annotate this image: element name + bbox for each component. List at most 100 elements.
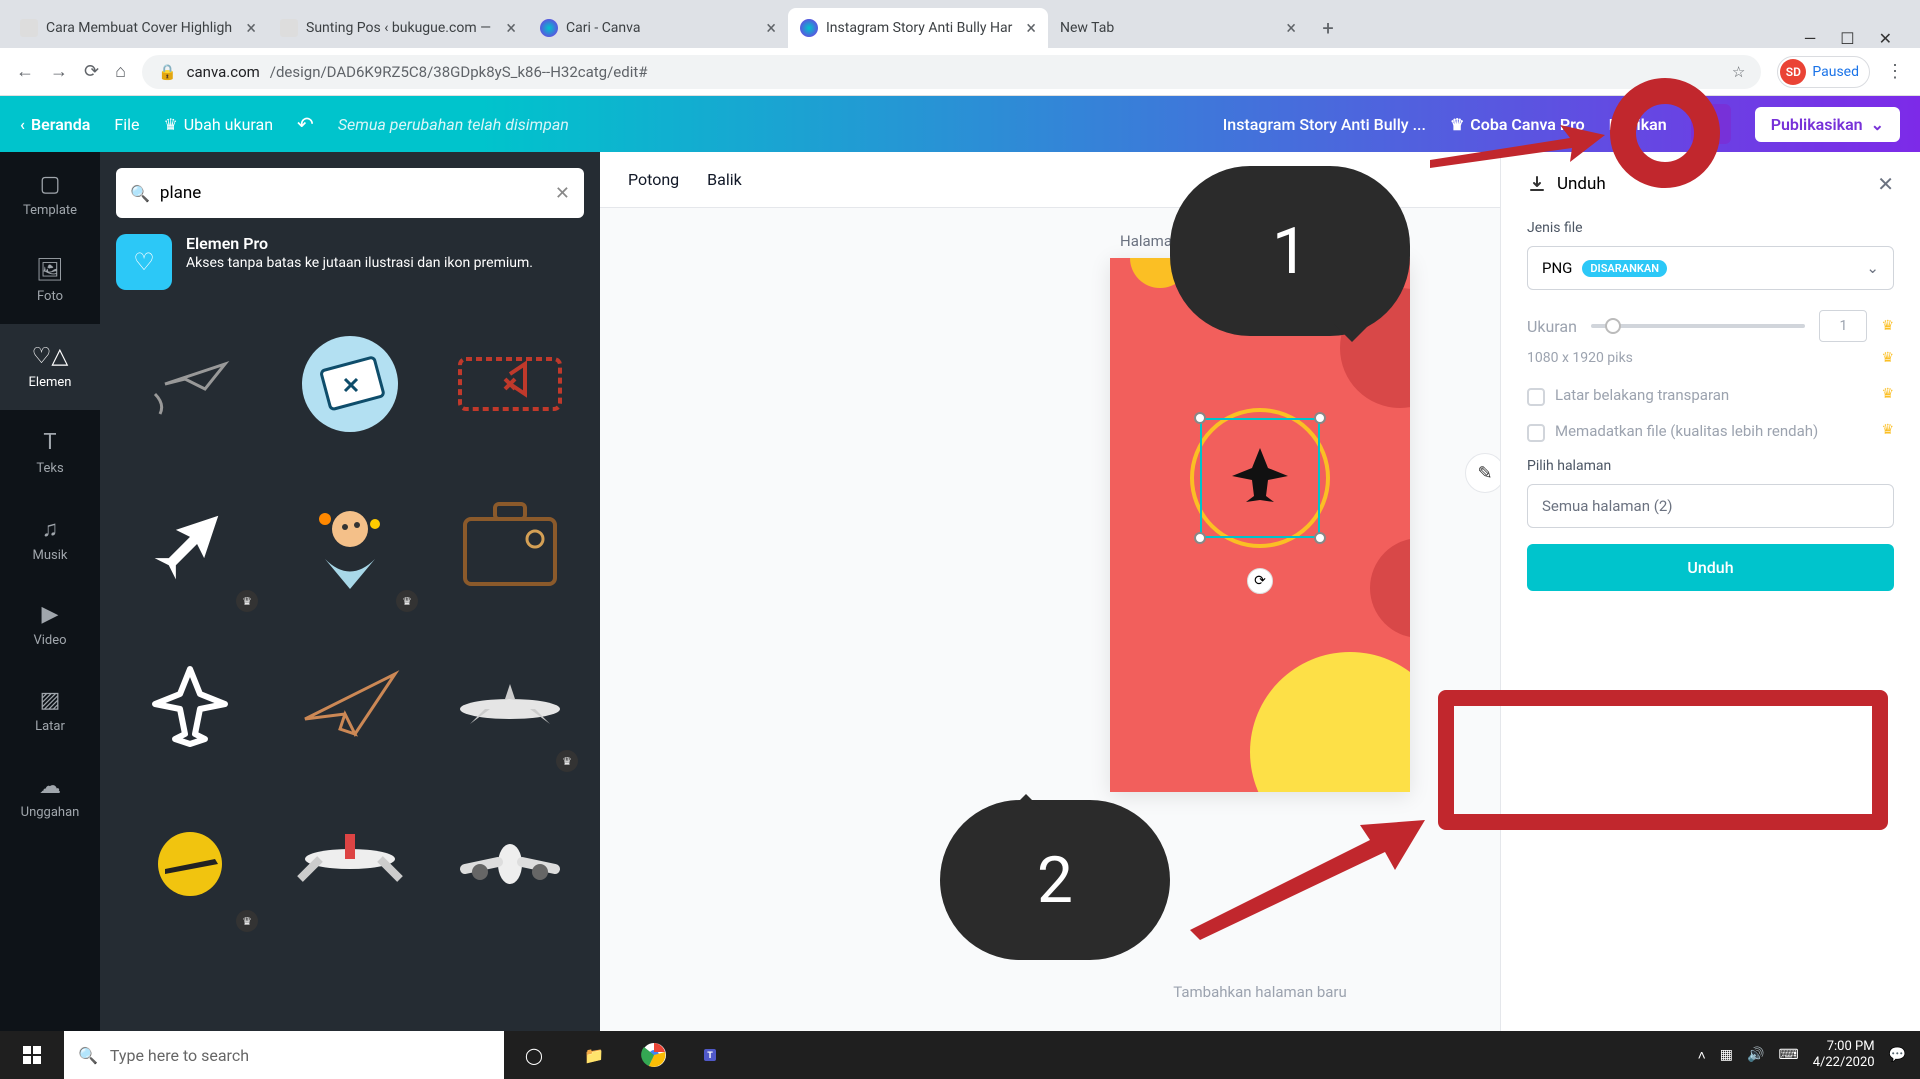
browser-tab[interactable]: Cari - Canva × [528, 8, 788, 48]
flip-button[interactable]: Balik [707, 170, 742, 189]
bookmark-icon[interactable]: ☆ [1732, 63, 1745, 81]
transparent-checkbox[interactable] [1527, 388, 1545, 406]
add-page-button[interactable]: Tambahkan halaman baru [1173, 983, 1347, 1001]
tab-title: Instagram Story Anti Bully Har [826, 20, 1018, 36]
file-menu[interactable]: File [114, 115, 139, 134]
close-icon[interactable]: × [1286, 18, 1296, 39]
rail-elements[interactable]: ♡△Elemen [0, 324, 100, 410]
rail-uploads[interactable]: ☁Unggahan [0, 754, 100, 840]
profile-status: Paused [1812, 64, 1859, 80]
favicon [800, 19, 818, 37]
start-button[interactable] [0, 1031, 64, 1079]
home-icon[interactable]: ⌂ [115, 61, 126, 82]
close-icon[interactable]: × [506, 18, 516, 39]
close-icon[interactable]: × [766, 18, 776, 39]
edit-image-button[interactable]: ✎ [1465, 453, 1505, 493]
resize-handle[interactable] [1194, 532, 1206, 544]
rail-text[interactable]: TTeks [0, 410, 100, 496]
file-explorer-app[interactable]: 📁 [564, 1031, 624, 1079]
home-menu[interactable]: ‹Beranda [20, 115, 90, 134]
resize-handle[interactable] [1314, 532, 1326, 544]
new-tab-button[interactable]: + [1312, 12, 1344, 44]
size-slider[interactable] [1591, 324, 1805, 328]
browser-tab[interactable]: Cara Membuat Cover Highligh× [8, 8, 268, 48]
teams-app[interactable]: T [684, 1031, 744, 1079]
taskbar-search[interactable]: 🔍 Type here to search [64, 1031, 504, 1079]
element-airplane-outline[interactable] [116, 630, 264, 778]
file-type-select[interactable]: PNG DISARANKAN ⌄ [1527, 246, 1894, 290]
rail-photo[interactable]: 🖼Foto [0, 238, 100, 324]
url-bar[interactable]: 🔒 canva.com/design/DAD6K9RZ5C8/38GDpk8yS… [142, 55, 1761, 89]
crown-icon: ♛ [1881, 386, 1894, 402]
close-icon[interactable]: ✕ [1877, 172, 1894, 196]
keyboard-icon[interactable]: ⌨ [1778, 1047, 1798, 1063]
document-title[interactable]: Instagram Story Anti Bully ... [1223, 115, 1426, 134]
close-window-icon[interactable]: ✕ [1879, 29, 1892, 48]
element-jet-side[interactable]: ♛ [436, 630, 584, 778]
element-suitcase[interactable] [436, 470, 584, 618]
resize-handle[interactable] [1194, 412, 1206, 424]
network-icon[interactable]: ▦ [1720, 1047, 1733, 1063]
close-icon[interactable]: × [1026, 18, 1036, 39]
element-paper-plane-dashed[interactable] [116, 310, 264, 458]
pro-promo-card[interactable]: ♡ Elemen Pro Akses tanpa batas ke jutaan… [116, 234, 584, 290]
reload-icon[interactable]: ⟳ [84, 61, 99, 82]
kebab-menu-icon[interactable]: ⋮ [1886, 61, 1904, 82]
publish-button[interactable]: Publikasikan⌄ [1755, 107, 1900, 142]
element-tickets[interactable] [276, 310, 424, 458]
rail-background[interactable]: ▨Latar [0, 668, 100, 754]
chrome-app[interactable] [624, 1031, 684, 1079]
element-plane-sunset[interactable]: ♛ [116, 790, 264, 938]
search-box[interactable]: 🔍 ✕ [116, 168, 584, 218]
browser-tab-active[interactable]: Instagram Story Anti Bully Har × [788, 8, 1048, 48]
selected-element[interactable] [1190, 408, 1330, 548]
element-paper-plane-orange[interactable] [276, 630, 424, 778]
rail-video[interactable]: ▶Video [0, 582, 100, 668]
element-airplane-white[interactable]: ♛ [116, 470, 264, 618]
compress-checkbox[interactable] [1527, 424, 1545, 442]
element-kid-pilot[interactable]: ♛ [276, 470, 424, 618]
tray-expand-icon[interactable]: ˄ [1698, 1047, 1706, 1064]
volume-icon[interactable]: 🔊 [1747, 1047, 1764, 1063]
page-select[interactable]: Semua halaman (2) [1527, 484, 1894, 528]
task-view-button[interactable]: ◯ [504, 1031, 564, 1079]
clock[interactable]: 7:00 PM4/22/2020 [1813, 1039, 1875, 1070]
clear-icon[interactable]: ✕ [555, 183, 570, 204]
crop-button[interactable]: Potong [628, 170, 679, 189]
annotation-step-2: 2 [940, 800, 1170, 960]
transparent-label: Latar belakang transparan [1555, 386, 1871, 404]
element-airliner-front[interactable] [436, 790, 584, 938]
rail-music[interactable]: ♫Musik [0, 496, 100, 582]
notifications-icon[interactable]: 💬 [1889, 1047, 1906, 1063]
forward-icon[interactable]: → [50, 61, 68, 82]
close-icon[interactable]: × [246, 18, 256, 39]
browser-tab[interactable]: New Tab× [1048, 8, 1308, 48]
search-input[interactable] [160, 183, 545, 203]
browser-tab-strip: Cara Membuat Cover Highligh× Sunting Pos… [0, 0, 1920, 48]
search-icon: 🔍 [78, 1046, 98, 1065]
minimize-icon[interactable]: — [1804, 29, 1817, 48]
search-placeholder: Type here to search [110, 1046, 249, 1065]
crown-icon: ♛ [1881, 422, 1894, 438]
rotate-handle[interactable]: ⟳ [1247, 568, 1273, 594]
size-input[interactable] [1819, 310, 1867, 342]
dimensions-text: 1080 x 1920 piks [1527, 350, 1633, 366]
download-action-button[interactable]: Unduh [1527, 544, 1894, 591]
panel-title: Unduh [1557, 174, 1867, 194]
resize-menu[interactable]: ♛Ubah ukuran [163, 115, 273, 134]
favicon [20, 19, 38, 37]
music-icon: ♫ [42, 516, 59, 542]
resize-handle[interactable] [1314, 412, 1326, 424]
profile-badge[interactable]: SD Paused [1777, 56, 1870, 88]
download-icon [1527, 174, 1547, 194]
back-icon[interactable]: ← [16, 61, 34, 82]
maximize-icon[interactable]: ☐ [1840, 29, 1854, 48]
undo-button[interactable]: ↶ [297, 112, 314, 136]
crown-icon: ♛ [163, 115, 177, 134]
browser-tab[interactable]: Sunting Pos ‹ bukugue.com —× [268, 8, 528, 48]
element-ticket-cancelled[interactable] [436, 310, 584, 458]
slider-thumb[interactable] [1605, 318, 1621, 334]
element-airliner-top[interactable] [276, 790, 424, 938]
rail-template[interactable]: ▢Template [0, 152, 100, 238]
tab-title: Cari - Canva [566, 20, 758, 36]
